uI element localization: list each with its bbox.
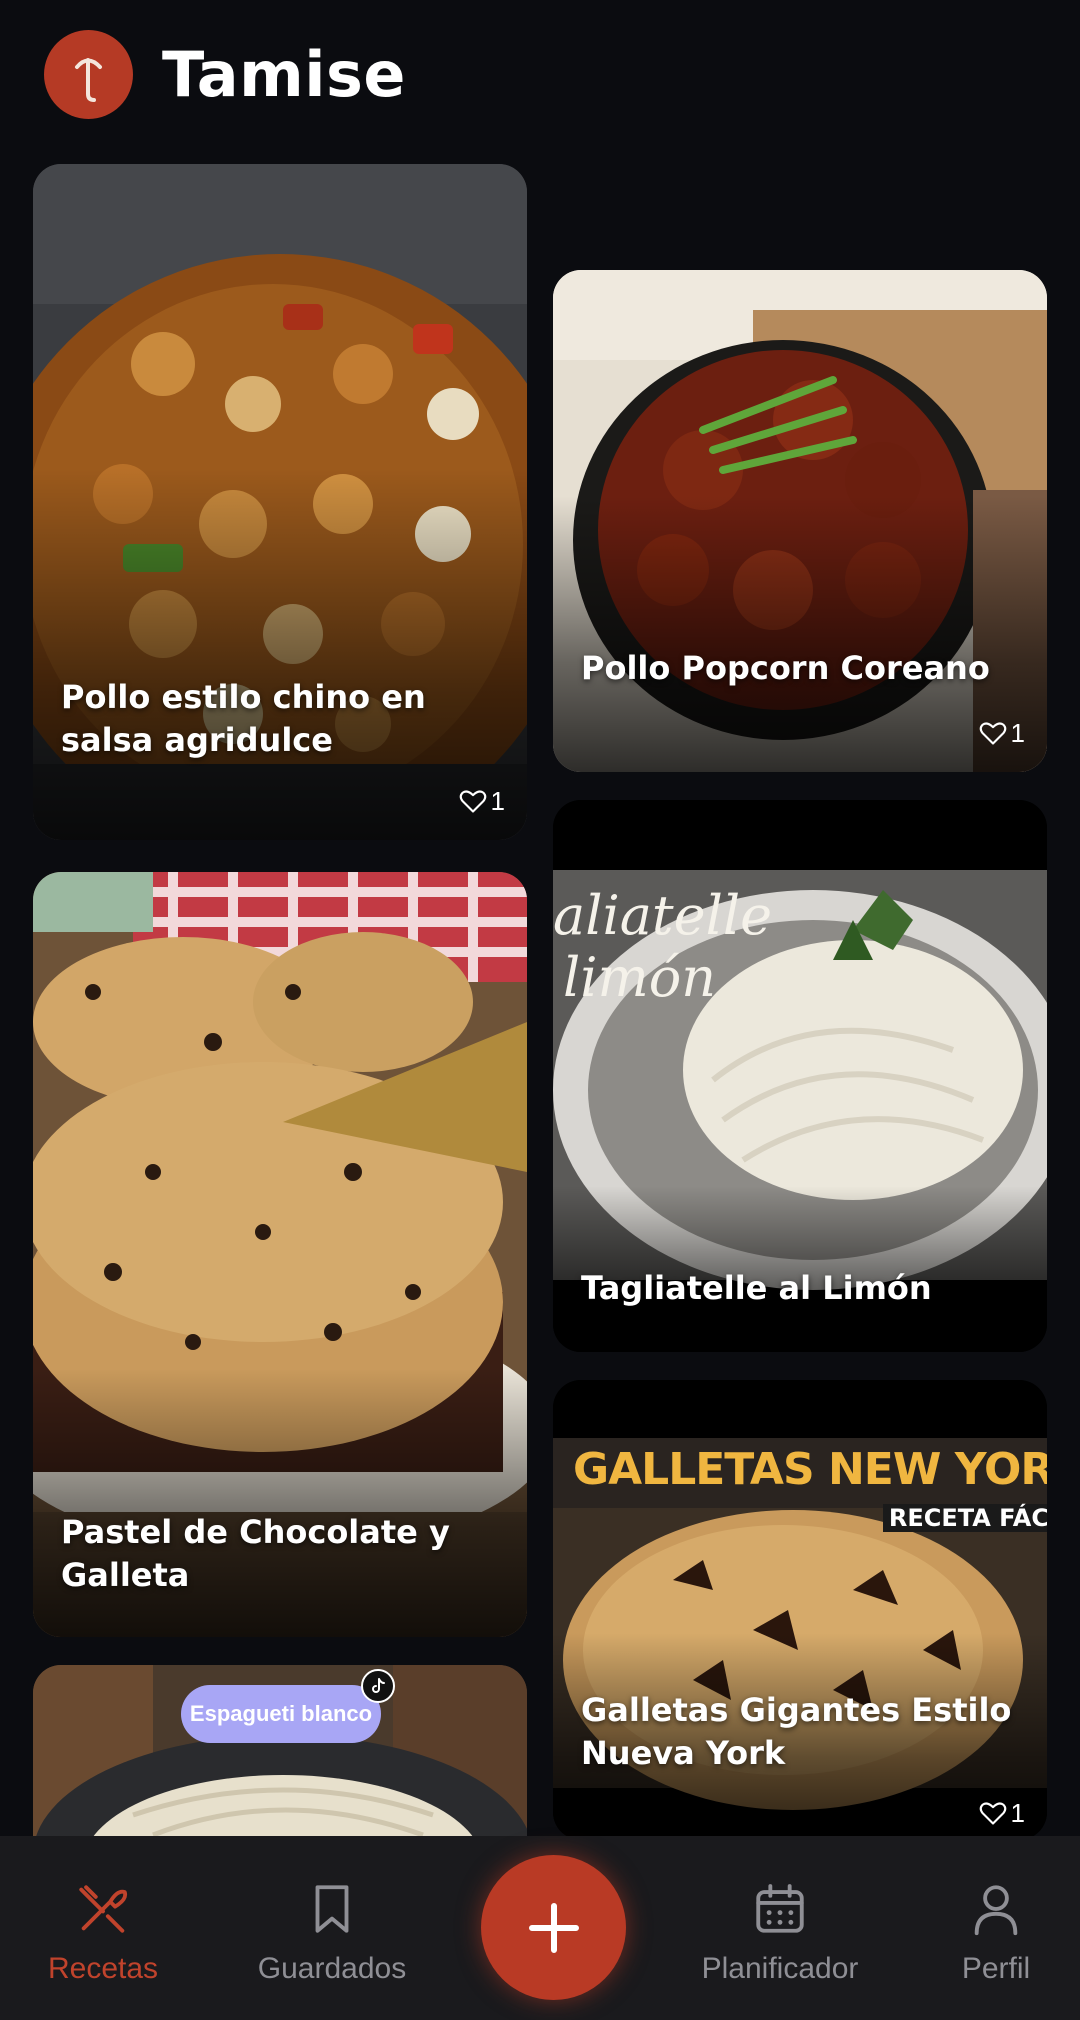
- plus-icon: [528, 1902, 579, 1953]
- utensils-crossed-icon: [79, 1885, 128, 1933]
- recipe-title: Pollo Popcorn Coreano: [581, 649, 990, 687]
- recipe-title: Tagliatelle al Limón: [581, 1269, 932, 1307]
- photo-shade: [553, 495, 1047, 772]
- recipe-card[interactable]: aliatelle limón Tagliatelle al Limón: [553, 800, 1047, 1352]
- recipe-card[interactable]: GALLETAS NEW YOR RECETA FÁC Galletas Gig…: [553, 1380, 1047, 1840]
- header: Tamise: [0, 0, 1080, 150]
- recipe-card[interactable]: Pollo Popcorn Coreano 1: [553, 270, 1047, 772]
- bookmark-icon: [315, 1885, 349, 1933]
- user-icon: [974, 1885, 1018, 1936]
- app-logo[interactable]: [44, 30, 133, 119]
- app-root: Tamise Pollo estilo chino en salsa agrid…: [0, 0, 1080, 2020]
- recipe-title: Pollo estilo chino en salsa agridulce: [61, 678, 426, 759]
- like-count: 1: [1010, 717, 1025, 748]
- thumbnail-subheadline: RECETA FÁC: [882, 1504, 1047, 1532]
- heart-icon: [459, 790, 486, 813]
- nav-item-recetas[interactable]: Recetas: [3, 1836, 203, 2020]
- heart-icon: [979, 722, 1006, 745]
- recipe-badge: Espagueti blanco: [181, 1685, 381, 1743]
- tiktok-icon: [361, 1669, 395, 1703]
- calendar-icon: [756, 1884, 804, 1933]
- like-count: 1: [1010, 1797, 1025, 1828]
- nav-item-guardados[interactable]: Guardados: [232, 1836, 432, 2020]
- nav-label: Recetas: [47, 1952, 159, 1985]
- like-button[interactable]: 1: [459, 786, 505, 816]
- photo-shade: [33, 468, 527, 840]
- like-count: 1: [490, 785, 505, 816]
- heart-icon: [979, 1802, 1006, 1825]
- nav-item-planificador[interactable]: Planificador: [680, 1836, 880, 2020]
- add-recipe-button[interactable]: [481, 1855, 626, 2000]
- fork-logo-icon: [75, 58, 102, 102]
- thumbnail-headline: GALLETAS NEW YOR: [573, 1444, 1047, 1495]
- like-button[interactable]: 1: [979, 1798, 1025, 1828]
- like-button[interactable]: 1: [979, 718, 1025, 748]
- nav-label: Perfil: [961, 1952, 1031, 1985]
- nav-item-perfil[interactable]: Perfil: [896, 1836, 1080, 2020]
- recipe-card[interactable]: Pastel de Chocolate y Galleta: [33, 872, 527, 1637]
- nav-label: Planificador: [701, 1952, 859, 1985]
- app-title: Tamise: [162, 38, 406, 111]
- recipe-title: Galletas Gigantes Estilo Nueva York: [581, 1691, 1012, 1772]
- recipe-card[interactable]: Pollo estilo chino en salsa agridulce 1: [33, 164, 527, 840]
- recipe-title: Pastel de Chocolate y Galleta: [61, 1513, 450, 1594]
- thumbnail-overlay-text: aliatelle limón: [553, 884, 773, 1009]
- recipe-card[interactable]: Espagueti blanco: [33, 1665, 527, 1865]
- nav-label: Guardados: [257, 1952, 407, 1985]
